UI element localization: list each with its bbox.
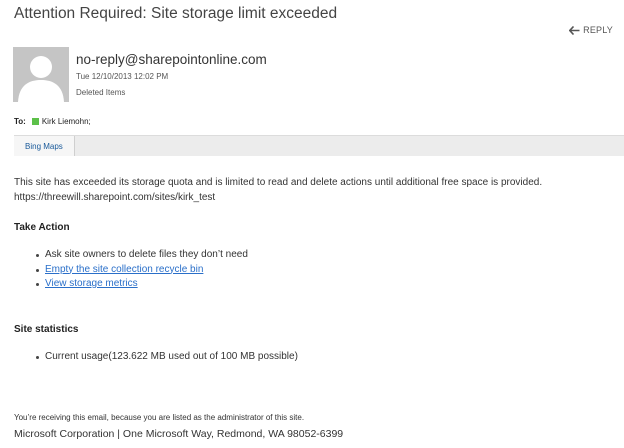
site-statistics-heading: Site statistics: [14, 324, 79, 335]
list-item: View storage metrics: [14, 277, 248, 292]
person-silhouette-icon: [18, 56, 64, 102]
list-item: Current usage(123.622 MB used out of 100…: [14, 350, 298, 365]
stats-list: Current usage(123.622 MB used out of 100…: [14, 350, 298, 365]
avatar: [13, 47, 69, 102]
reply-label: REPLY: [583, 25, 613, 35]
tab-bing-maps-label: Bing Maps: [25, 141, 63, 151]
action-list: Ask site owners to delete files they don…: [14, 248, 248, 292]
apps-bar: Bing Maps: [14, 135, 624, 156]
take-action-heading: Take Action: [14, 222, 70, 233]
reply-button[interactable]: REPLY: [569, 25, 613, 35]
recipient-name[interactable]: Kirk Liemohn;: [42, 117, 91, 126]
to-label: To:: [14, 117, 26, 126]
view-storage-metrics-link[interactable]: View storage metrics: [45, 278, 138, 289]
recipients-line: To: Kirk Liemohn;: [14, 117, 91, 126]
message-subject: Attention Required: Site storage limit e…: [14, 5, 338, 22]
sent-timestamp: Tue 12/10/2013 12:02 PM: [76, 72, 169, 81]
footer-address: Microsoft Corporation | One Microsoft Wa…: [14, 428, 344, 440]
body-intro: This site has exceeded its storage quota…: [14, 177, 543, 188]
arrow-left-icon: [569, 25, 580, 35]
tab-bing-maps[interactable]: Bing Maps: [14, 136, 75, 156]
site-url: https://threewill.sharepoint.com/sites/k…: [14, 192, 216, 203]
sender-address[interactable]: no-reply@sharepointonline.com: [76, 52, 267, 67]
empty-recycle-bin-link[interactable]: Empty the site collection recycle bin: [45, 264, 203, 275]
footer-note: You’re receiving this email, because you…: [14, 413, 305, 422]
list-item: Empty the site collection recycle bin: [14, 263, 248, 278]
folder-name: Deleted Items: [76, 88, 126, 97]
list-item: Ask site owners to delete files they don…: [14, 248, 248, 263]
presence-indicator-icon: [31, 118, 39, 125]
